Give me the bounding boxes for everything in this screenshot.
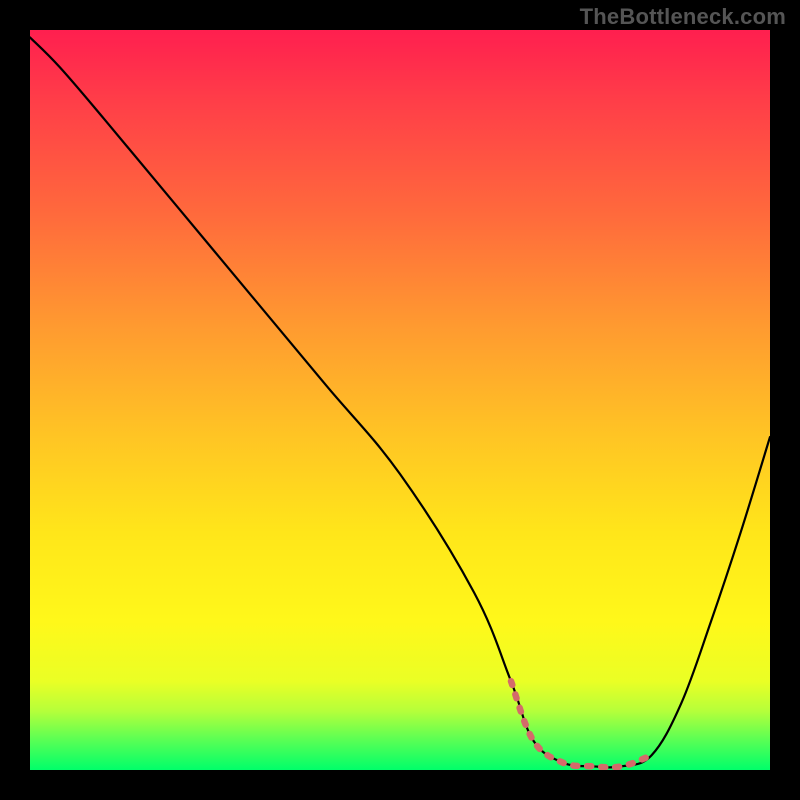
highlight-layer bbox=[30, 30, 770, 770]
chart-frame: TheBottleneck.com bbox=[0, 0, 800, 800]
watermark-text: TheBottleneck.com bbox=[580, 4, 786, 30]
plot-area bbox=[30, 30, 770, 770]
optimal-range-highlight-path bbox=[511, 681, 652, 767]
